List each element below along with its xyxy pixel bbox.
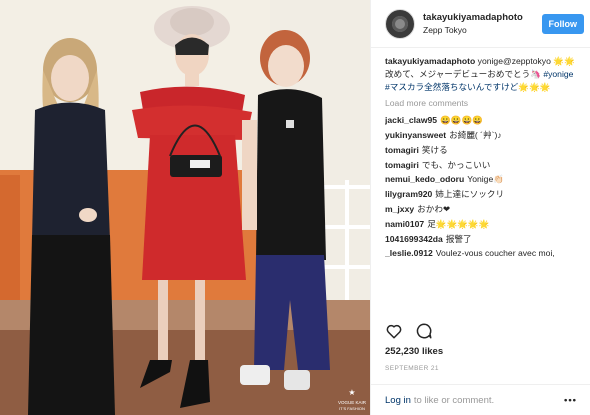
- header-username[interactable]: takayukiyamadaphoto: [423, 12, 542, 24]
- comment-text: お綺麗( ´艸`)♪: [449, 129, 502, 140]
- comment-username[interactable]: tomagiri: [385, 145, 419, 155]
- comment-row: nemui_kedo_odoru Yonige👏🏻: [385, 173, 578, 186]
- photo-illustration: ★ VOGUE KAIR IT'S FASHION: [0, 0, 370, 415]
- comment-text: Yonige👏🏻: [467, 174, 504, 185]
- likes-count[interactable]: 252,230 likes: [385, 346, 443, 357]
- hashtag-mascara[interactable]: #マスカラ全然落ちないんですけど🌟🌟🌟: [385, 82, 550, 92]
- more-options-icon[interactable]: •••: [564, 395, 577, 406]
- comment-username[interactable]: tomagiri: [385, 160, 419, 170]
- comment-text: 姉上達にソックリ: [435, 189, 505, 200]
- comment-username[interactable]: m_jxxy: [385, 204, 414, 214]
- comment-username[interactable]: lilygram920: [385, 189, 432, 199]
- comment-icon[interactable]: [415, 322, 433, 340]
- comment-text: Voulez-vous coucher avec moi,: [435, 248, 555, 259]
- heart-icon[interactable]: [385, 322, 403, 340]
- comment-row: m_jxxy おかわ❤: [385, 203, 578, 216]
- post-sidebar: takayukiyamadaphoto Zepp Tokyo Follow ta…: [370, 0, 590, 415]
- svg-text:IT'S FASHION: IT'S FASHION: [339, 406, 365, 411]
- follow-button[interactable]: Follow: [541, 13, 584, 34]
- comment-text: 笑ける: [421, 144, 448, 155]
- comment-username[interactable]: 1041699342da: [385, 234, 443, 244]
- post-date: SEPTEMBER 21: [385, 365, 439, 372]
- comment-text: 足🌟🌟🌟🌟🌟: [427, 218, 490, 229]
- comment-row: nami0107 足🌟🌟🌟🌟🌟: [385, 218, 578, 231]
- caption: takayukiyamadaphoto yonige@zepptokyo 🌟🌟 …: [385, 55, 578, 93]
- load-more-comments-link[interactable]: Load more comments: [385, 97, 578, 110]
- header-text: takayukiyamadaphoto Zepp Tokyo: [423, 12, 542, 36]
- comment-username[interactable]: yukinyansweet: [385, 130, 446, 140]
- comment-text: でも、かっこいい: [421, 159, 491, 170]
- comment-row: jacki_claw95 😀😀😀😀: [385, 114, 578, 127]
- location-link[interactable]: Zepp Tokyo: [423, 24, 542, 36]
- comments-section: takayukiyamadaphoto yonige@zepptokyo 🌟🌟 …: [371, 48, 590, 316]
- comment-row: yukinyansweet お綺麗( ´艸`)♪: [385, 129, 578, 142]
- comment-row: lilygram920 姉上達にソックリ: [385, 188, 578, 201]
- caption-username[interactable]: takayukiyamadaphoto: [385, 56, 475, 66]
- hashtag-yonige[interactable]: #yonige: [543, 69, 573, 79]
- login-prompt-text: to like or comment.: [413, 394, 495, 406]
- post-photo[interactable]: ★ VOGUE KAIR IT'S FASHION: [0, 0, 370, 415]
- login-bar: Log in to like or comment. •••: [371, 384, 590, 415]
- avatar[interactable]: [385, 8, 415, 39]
- svg-text:★: ★: [348, 388, 355, 397]
- comment-username[interactable]: jacki_claw95: [385, 115, 437, 125]
- comment-row: _leslie.0912 Voulez-vous coucher avec moi…: [385, 247, 578, 260]
- comment-text: 报警了: [445, 233, 472, 244]
- comment-text: 😀😀😀😀: [440, 115, 483, 126]
- post-actions: [385, 322, 433, 340]
- comment-username[interactable]: nemui_kedo_odoru: [385, 174, 464, 184]
- svg-text:VOGUE KAIR: VOGUE KAIR: [338, 400, 367, 405]
- comment-row: tomagiri でも、かっこいい: [385, 159, 578, 172]
- post-header: takayukiyamadaphoto Zepp Tokyo Follow: [371, 0, 590, 48]
- comment-username[interactable]: nami0107: [385, 219, 424, 229]
- comment-text: おかわ❤: [417, 203, 451, 214]
- comment-row: 1041699342da 报警了: [385, 233, 578, 246]
- login-link[interactable]: Log in: [385, 395, 411, 406]
- comment-row: tomagiri 笑ける: [385, 144, 578, 157]
- comment-username[interactable]: _leslie.0912: [385, 248, 433, 258]
